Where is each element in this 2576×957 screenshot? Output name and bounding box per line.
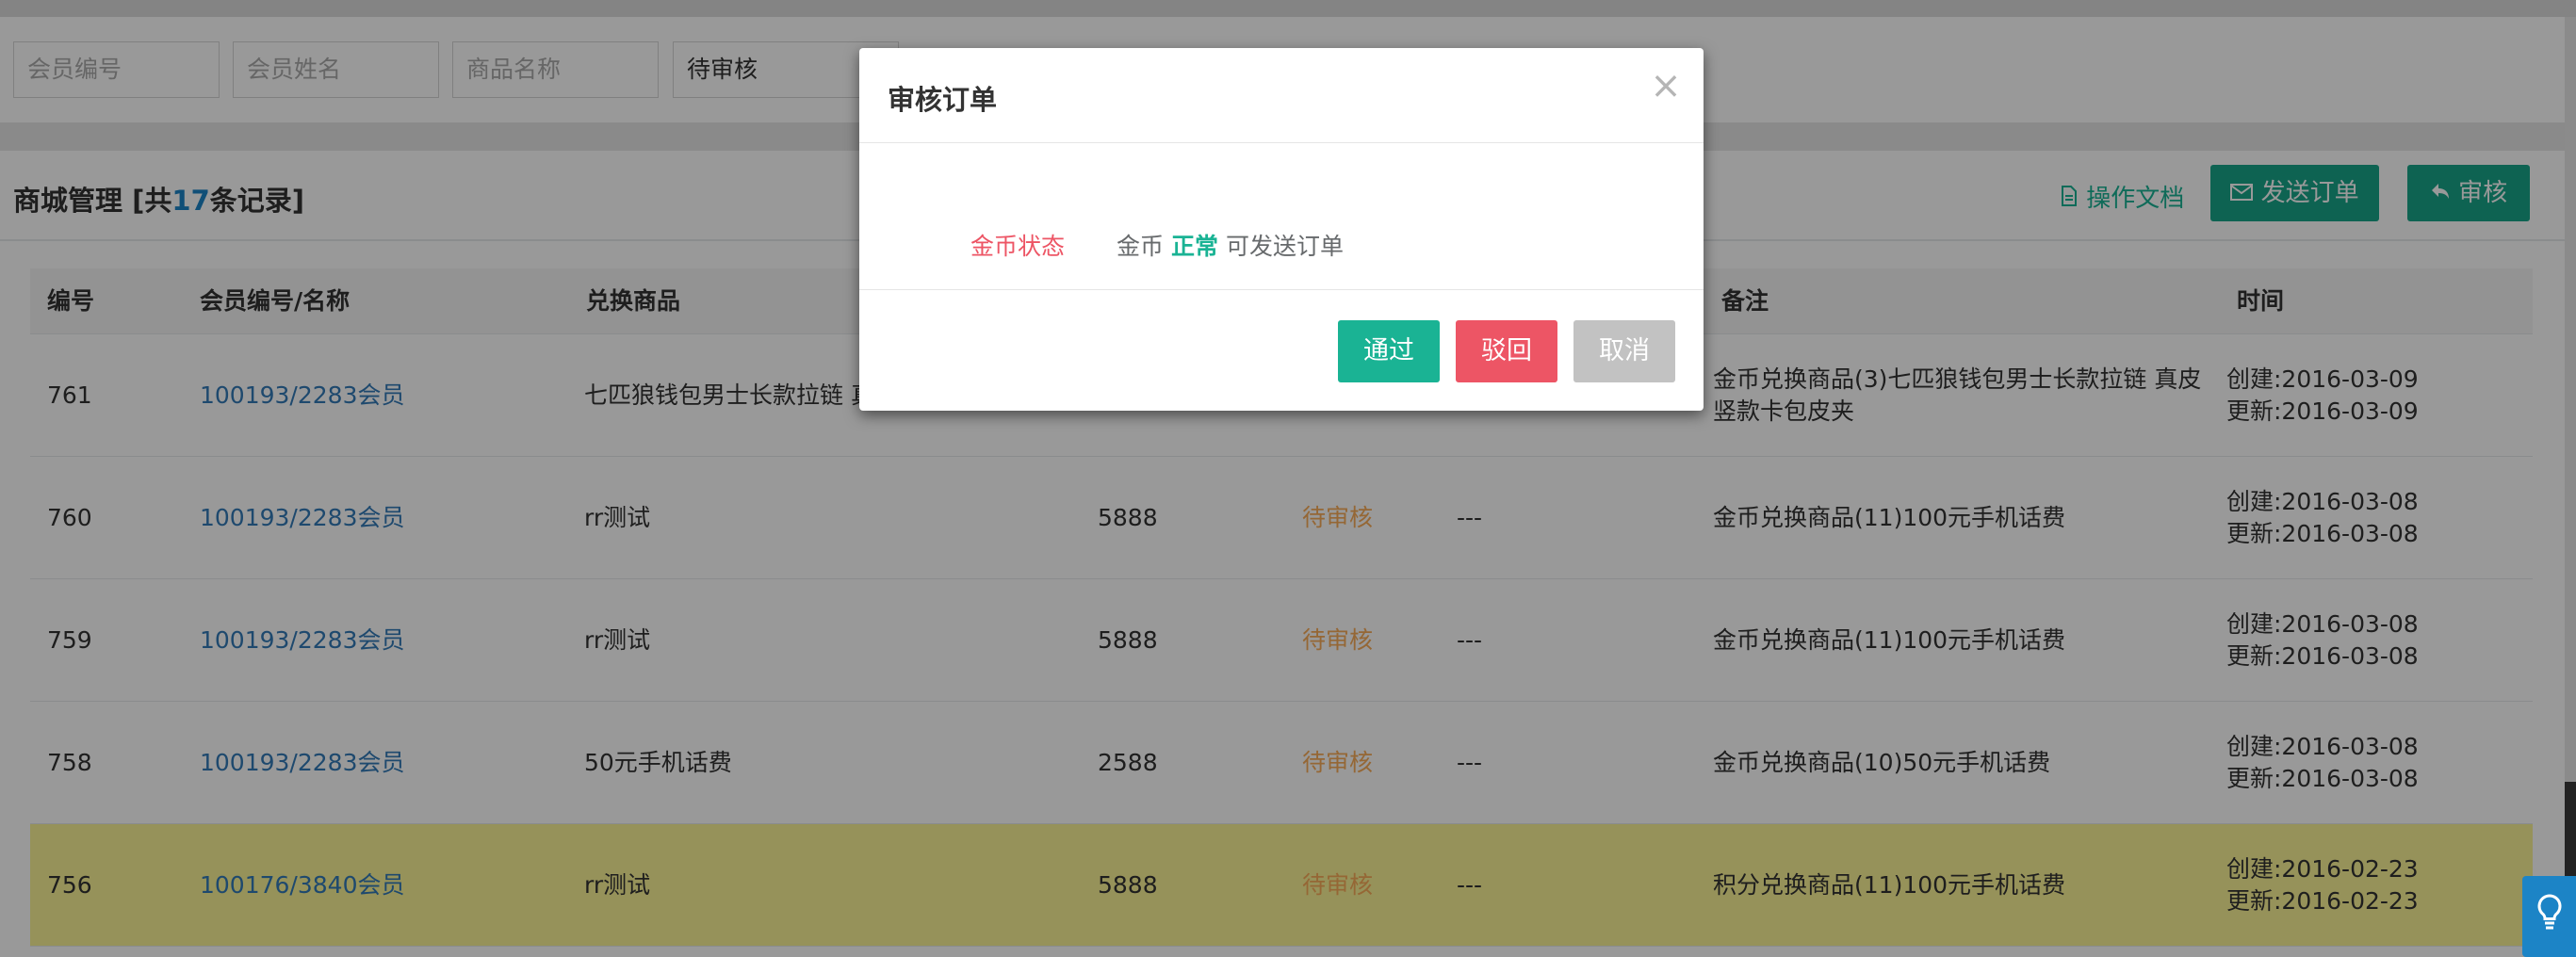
status-suffix: 可发送订单 [1225,233,1344,260]
gold-status-text: 金币 正常 可发送订单 [1117,228,1344,262]
dialog-header: 审核订单 × [859,48,1704,143]
dialog-footer: 通过 驳回 取消 [859,289,1704,411]
gold-status-label: 金币状态 [970,233,1066,260]
lightbulb-icon [2535,893,2564,940]
status-prefix: 金币 [1117,233,1165,260]
pass-button[interactable]: 通过 [1338,320,1440,382]
audit-order-dialog: 审核订单 × 金币状态 金币 正常 可发送订单 通过 驳回 取消 [859,48,1704,411]
help-button[interactable] [2522,876,2576,957]
reject-button[interactable]: 驳回 [1456,320,1557,382]
status-value: 正常 [1170,233,1218,260]
page: 会员编号 会员姓名 商品名称 待审核 商城管理 [共17条记录] 操作文档 发送… [0,0,2576,957]
close-icon[interactable]: × [1647,67,1685,105]
dialog-title: 审核订单 [888,84,998,116]
cancel-button[interactable]: 取消 [1573,320,1675,382]
